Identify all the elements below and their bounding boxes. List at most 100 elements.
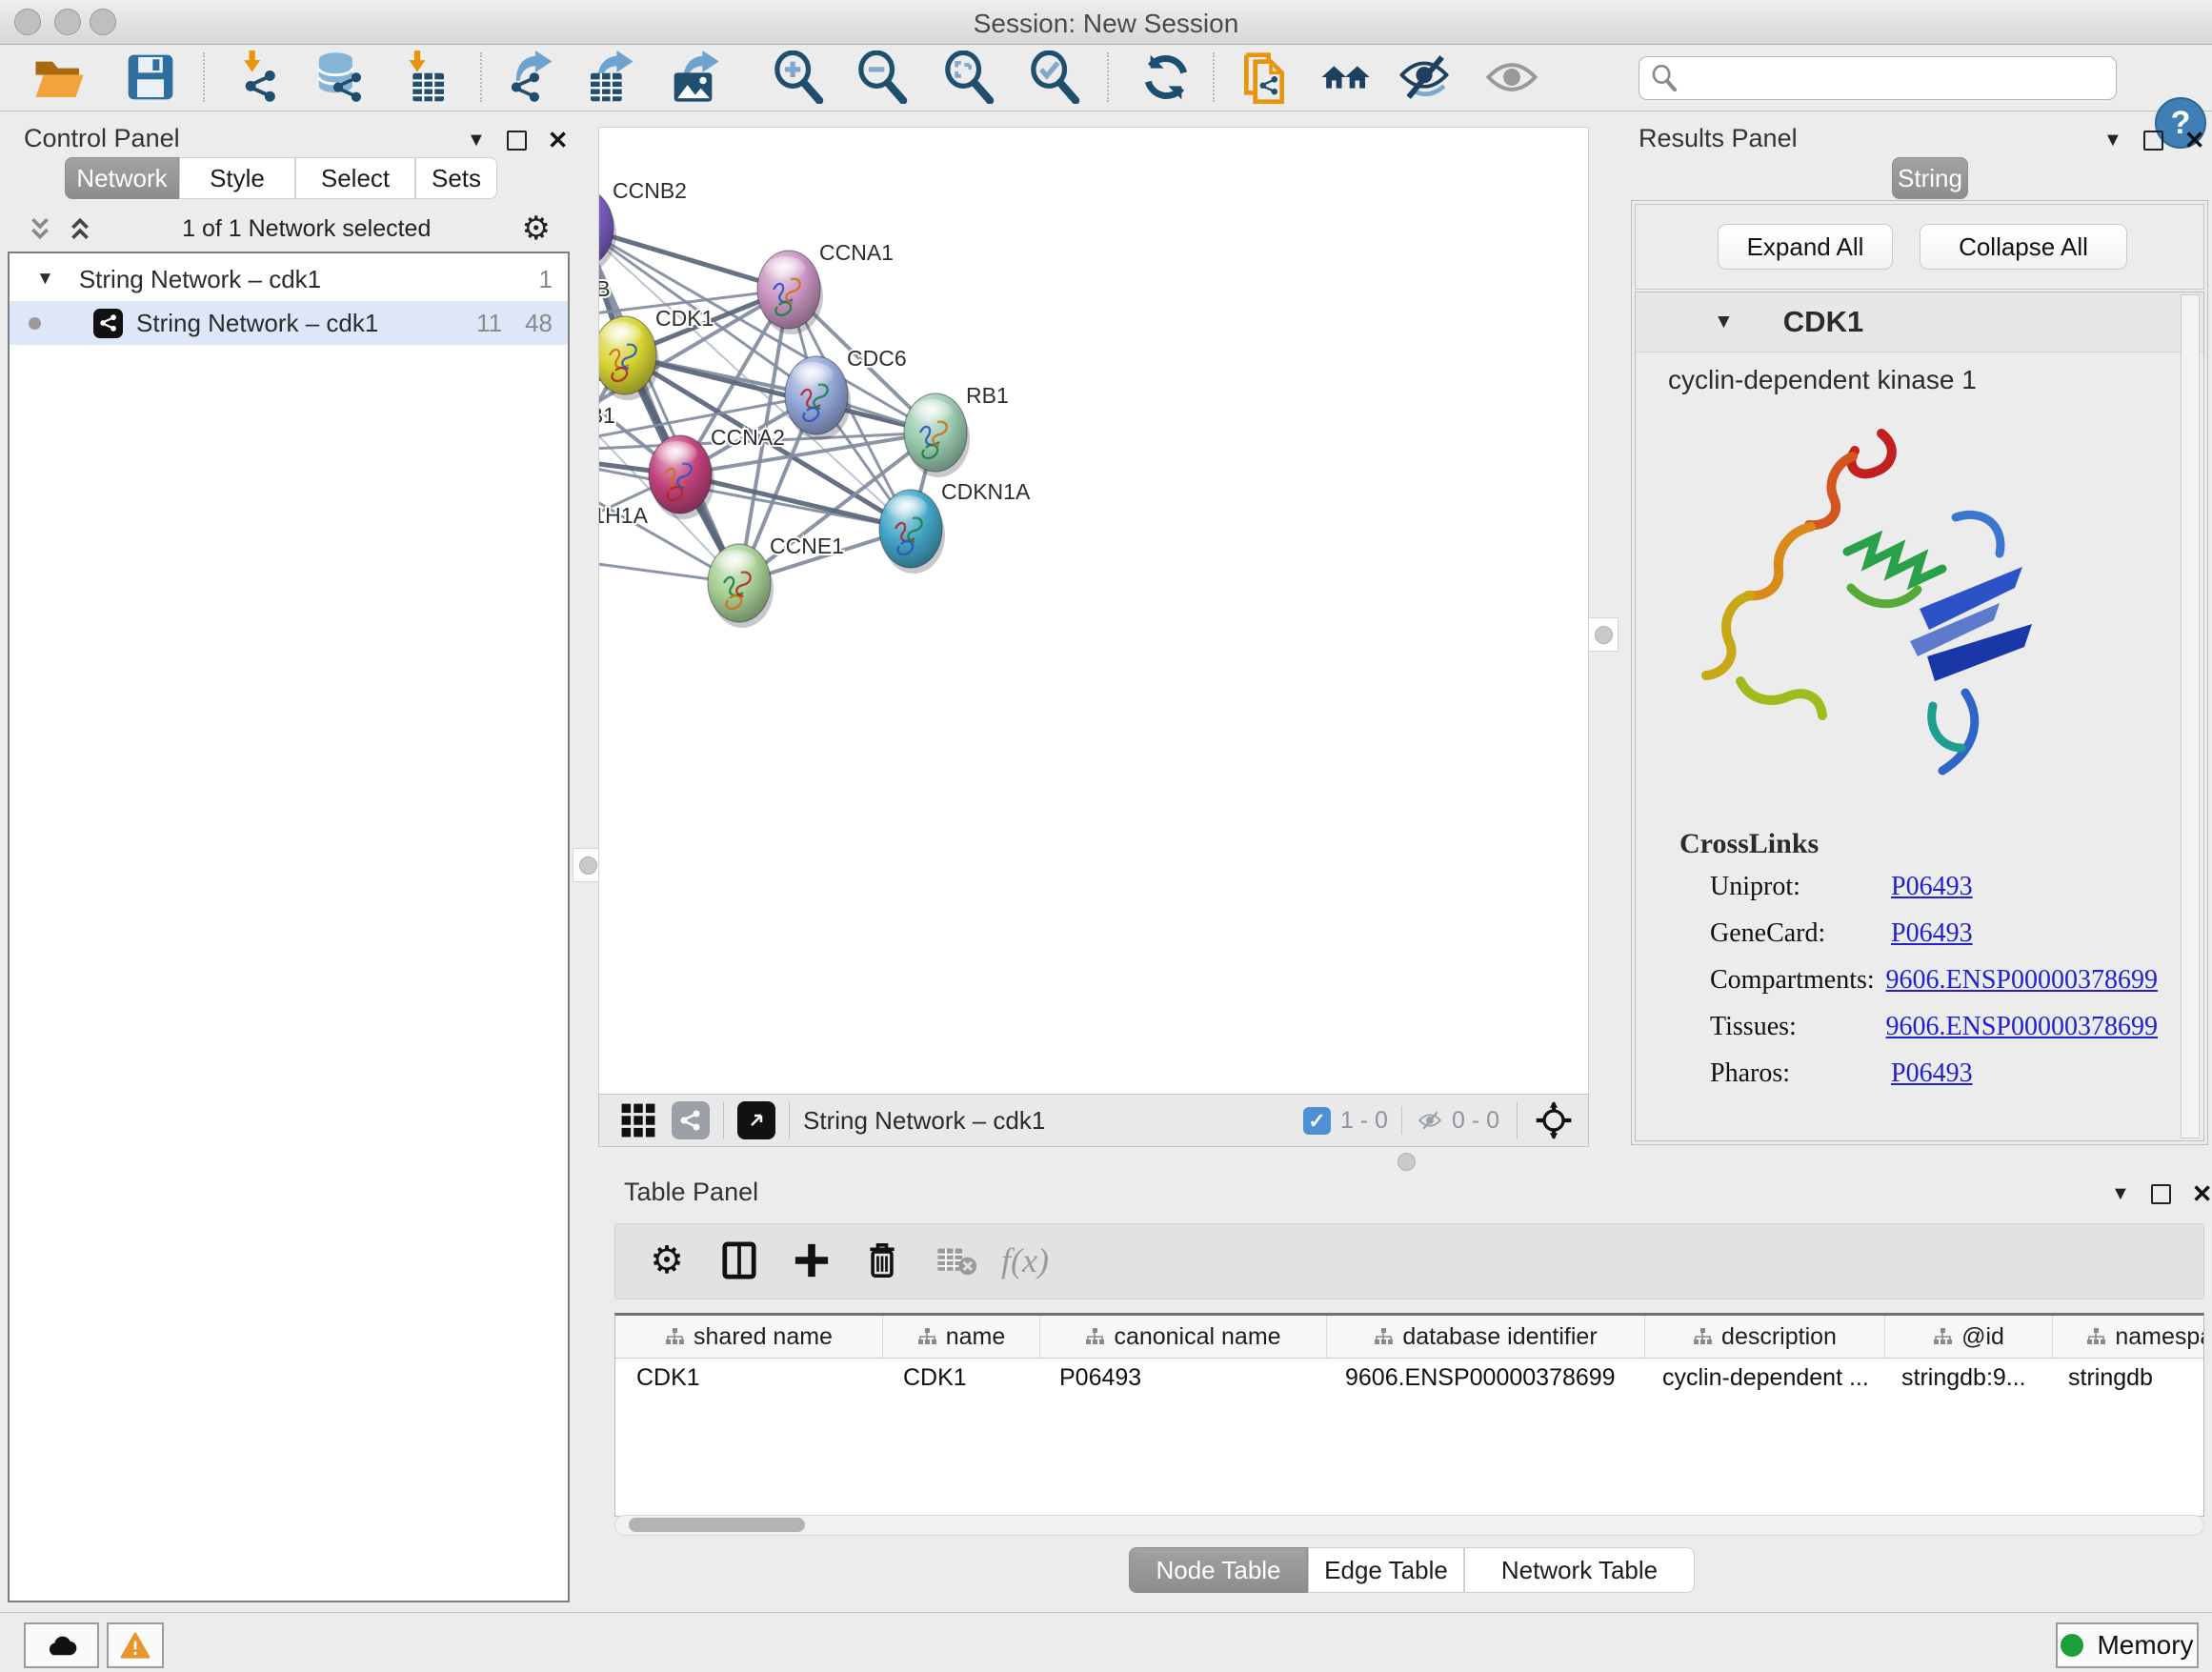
column-header-name[interactable]: name	[883, 1316, 1040, 1358]
crosslink-link[interactable]: P06493	[1891, 872, 1973, 902]
table-horizontal-scrollbar[interactable]	[614, 1515, 2204, 1536]
collapse-all-button[interactable]: Collapse All	[1920, 224, 2127, 270]
tab-node-table[interactable]: Node Table	[1129, 1547, 1308, 1593]
network-node-CDK1	[599, 316, 659, 400]
column-header-shared-name[interactable]: shared name	[615, 1316, 883, 1358]
search-input[interactable]	[1685, 64, 2116, 92]
panel-float-icon[interactable]	[2151, 1184, 2171, 1204]
panel-close-icon[interactable]: ✕	[548, 126, 569, 155]
panel-menu-icon[interactable]: ▼	[467, 130, 486, 151]
network-node-CDKN1A	[879, 490, 945, 574]
refresh-icon[interactable]	[1139, 50, 1193, 104]
svg-text:CCNB2: CCNB2	[613, 178, 687, 203]
first-neighbors-icon[interactable]	[1318, 50, 1372, 104]
network-options-gear-icon[interactable]: ⚙	[522, 210, 551, 248]
show-all-icon[interactable]	[1485, 50, 1538, 104]
import-network-database-icon[interactable]	[313, 50, 367, 104]
svg-text:CCNB1: CCNB1	[599, 403, 615, 428]
add-column-icon[interactable]	[787, 1236, 836, 1285]
panel-float-icon[interactable]	[507, 131, 527, 151]
selected-checkbox-icon[interactable]: ✓	[1303, 1107, 1331, 1135]
column-header-description[interactable]: description	[1645, 1316, 1885, 1358]
tab-sets[interactable]: Sets	[415, 157, 497, 199]
crosslink-link[interactable]: 9606.ENSP00000378699	[1886, 1012, 2158, 1042]
export-table-icon[interactable]	[584, 50, 637, 104]
expand-all-icon[interactable]	[69, 216, 91, 241]
table-cell[interactable]: CDK1	[615, 1359, 882, 1397]
network-edge-count: 48	[525, 309, 553, 338]
column-header-database-identifier[interactable]: database identifier	[1327, 1316, 1645, 1358]
collapse-section-icon[interactable]: ▼	[1714, 311, 1734, 333]
table-settings-gear-icon[interactable]: ⚙	[642, 1236, 692, 1285]
warning-button[interactable]	[107, 1622, 164, 1668]
crosslink-label: GeneCard:	[1710, 918, 1891, 949]
expand-all-button[interactable]: Expand All	[1718, 224, 1893, 270]
right-splitter-handle[interactable]	[1588, 617, 1619, 652]
svg-text:CDKN1A: CDKN1A	[941, 479, 1031, 504]
panel-close-icon[interactable]: ✕	[2192, 1179, 2212, 1209]
network-view-toolbar: String Network – cdk1 ✓ 1 - 0 0 - 0	[598, 1094, 1589, 1147]
tree-expand-icon[interactable]: ▼	[36, 269, 54, 290]
results-vertical-scrollbar[interactable]	[2181, 294, 2200, 1138]
column-header-namespace[interactable]: namespace	[2053, 1316, 2204, 1358]
table-cell[interactable]: cyclin-dependent ...	[1641, 1359, 1880, 1397]
table-cell[interactable]: 9606.ENSP00000378699	[1324, 1359, 1641, 1397]
hide-selected-icon[interactable]	[1398, 50, 1451, 104]
tab-network[interactable]: Network	[65, 157, 179, 199]
tab-style[interactable]: Style	[179, 157, 295, 199]
function-builder-icon[interactable]: f(x)	[1000, 1236, 1050, 1285]
window-title: Session: New Session	[0, 9, 2212, 39]
protein-header-row[interactable]: ▼ CDK1	[1636, 292, 2203, 353]
zoom-out-icon[interactable]	[855, 50, 909, 104]
panel-menu-icon[interactable]: ▼	[2103, 130, 2122, 151]
clone-network-icon[interactable]	[1237, 50, 1291, 104]
tab-string[interactable]: String	[1892, 157, 1968, 199]
import-table-file-icon[interactable]	[397, 50, 451, 104]
hidden-eye-icon[interactable]	[1414, 1108, 1446, 1133]
crosslink-link[interactable]: P06493	[1891, 918, 1973, 949]
save-session-icon[interactable]	[124, 50, 177, 104]
network-row-selected[interactable]: String Network – cdk1 11 48	[10, 301, 568, 345]
delete-column-icon[interactable]	[857, 1236, 907, 1285]
network-tree: ▼ String Network – cdk1 1 String Network…	[8, 252, 570, 1602]
birds-eye-view-icon[interactable]	[1535, 1101, 1573, 1139]
export-image-icon[interactable]	[670, 50, 723, 104]
network-graph[interactable]: CCNB2CCNA1CDC25BCDK1CDC6RB1CCNB1CCNA2CDK…	[599, 128, 1588, 1095]
zoom-fit-icon[interactable]	[942, 50, 995, 104]
clear-table-icon[interactable]	[932, 1236, 981, 1285]
control-panel: Control Panel ▼ ✕ Network Style Select S…	[8, 118, 570, 1602]
tab-edge-table[interactable]: Edge Table	[1308, 1547, 1464, 1593]
column-type-icon	[1693, 1327, 1712, 1346]
scrollbar-thumb[interactable]	[629, 1518, 805, 1532]
horizontal-splitter-handle[interactable]	[1398, 1153, 1416, 1171]
grid-view-icon[interactable]	[620, 1102, 656, 1138]
table-cell[interactable]: P06493	[1038, 1359, 1324, 1397]
network-collection-row[interactable]: ▼ String Network – cdk1 1	[10, 257, 568, 301]
import-network-file-icon[interactable]	[234, 50, 288, 104]
warning-icon	[120, 1632, 151, 1659]
memory-button[interactable]: Memory	[2056, 1622, 2199, 1668]
tab-select[interactable]: Select	[295, 157, 415, 199]
network-canvas[interactable]: CCNB2CCNA1CDC25BCDK1CDC6RB1CCNB1CCNA2CDK…	[598, 127, 1589, 1096]
panel-float-icon[interactable]	[2143, 131, 2163, 151]
table-cell[interactable]: stringdb:9...	[1880, 1359, 2047, 1397]
crosslink-link[interactable]: P06493	[1891, 1058, 1973, 1089]
panel-close-icon[interactable]: ✕	[2184, 126, 2205, 155]
column-header-canonical-name[interactable]: canonical name	[1040, 1316, 1327, 1358]
table-cell[interactable]: stringdb	[2047, 1359, 2204, 1397]
zoom-in-icon[interactable]	[772, 50, 825, 104]
show-columns-icon[interactable]	[714, 1236, 764, 1285]
tab-network-table[interactable]: Network Table	[1464, 1547, 1695, 1593]
network-share-icon[interactable]	[672, 1101, 710, 1139]
crosslink-link[interactable]: 9606.ENSP00000378699	[1886, 965, 2158, 996]
table-cell[interactable]: CDK1	[882, 1359, 1038, 1397]
table-row[interactable]: CDK1CDK1P064939606.ENSP00000378699cyclin…	[615, 1359, 2203, 1397]
zoom-selected-icon[interactable]	[1028, 50, 1081, 104]
export-network-icon[interactable]	[505, 50, 558, 104]
column-header--id[interactable]: @id	[1885, 1316, 2053, 1358]
cloud-button[interactable]	[24, 1622, 99, 1668]
detach-view-icon[interactable]	[737, 1101, 775, 1139]
open-file-icon[interactable]	[32, 50, 86, 104]
panel-menu-icon[interactable]: ▼	[2111, 1183, 2130, 1205]
collapse-all-icon[interactable]	[29, 216, 51, 241]
